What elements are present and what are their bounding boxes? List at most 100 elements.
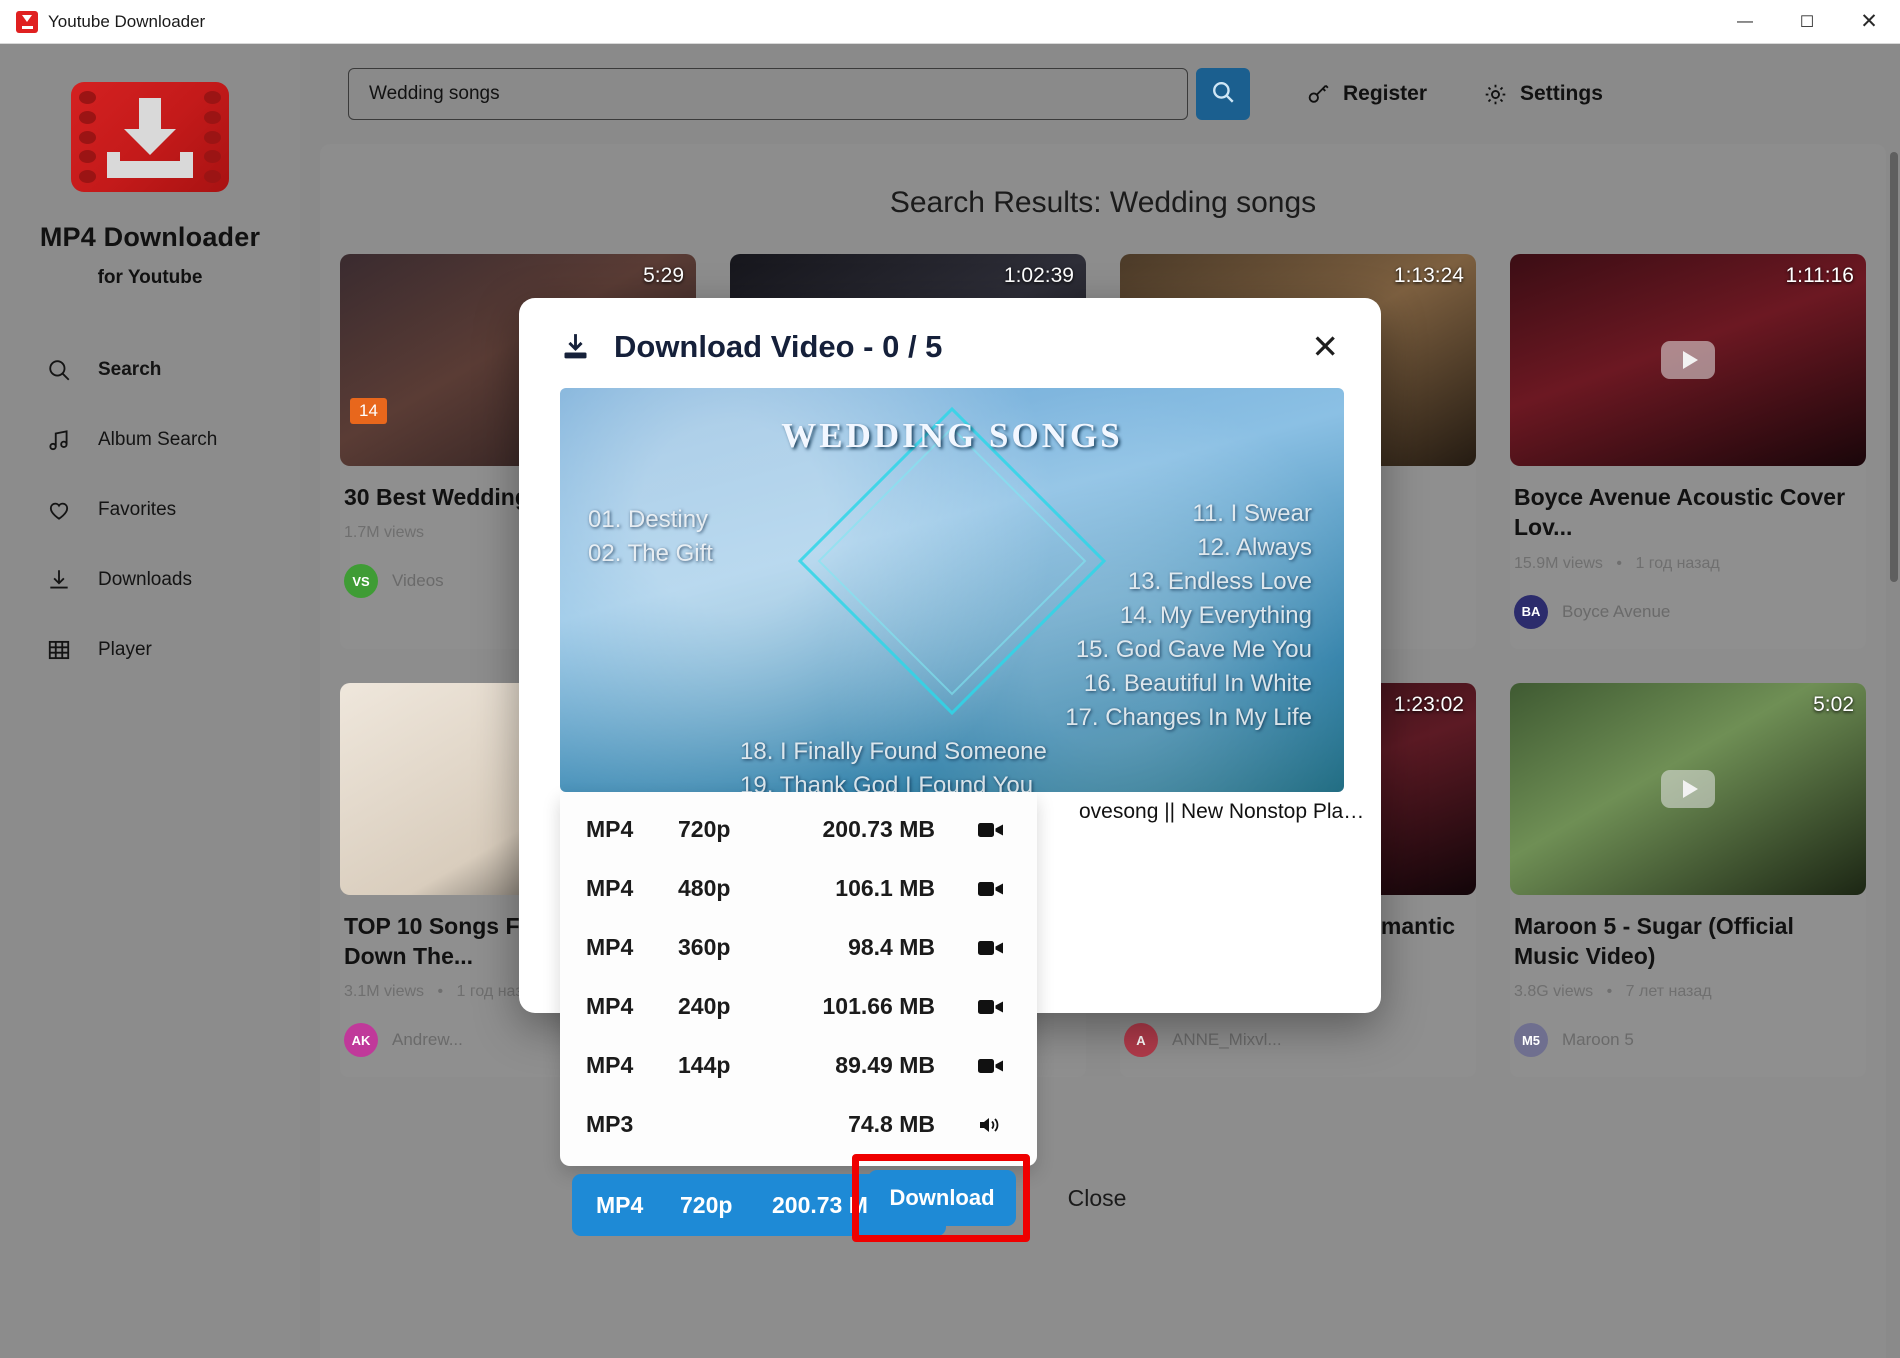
format-option-row[interactable]: MP4 360p 98.4 MB — [560, 918, 1037, 977]
duration-badge: 1:02:39 — [1003, 264, 1074, 287]
resolution-label: 240p — [678, 993, 731, 1019]
sidebar-item-album-search[interactable]: Album Search — [46, 405, 300, 475]
top-header: Wedding songs Register Settings — [300, 44, 1900, 144]
key-icon — [1306, 82, 1331, 107]
preview-track: 12. Always — [1197, 534, 1312, 561]
result-card[interactable]: 1:11:16 Boyce Avenue Acoustic Cover Lov.… — [1510, 254, 1866, 649]
cancel-button[interactable]: Close — [1037, 1170, 1157, 1226]
channel-name: ANNE_Mixvl... — [1172, 1030, 1282, 1050]
sidebar-nav: Search Album Search Favorites Downloads — [0, 335, 300, 685]
filesize-label: 200.73 MB — [822, 816, 935, 842]
video-title[interactable]: Boyce Avenue Acoustic Cover Lov... — [1510, 482, 1866, 543]
sidebar-item-label: Player — [98, 639, 152, 660]
channel-row[interactable]: A ANNE_Mixvl... — [1120, 1023, 1476, 1058]
channel-row[interactable]: BA Boyce Avenue — [1510, 594, 1866, 629]
channel-name: Boyce Avenue — [1562, 601, 1671, 621]
duration-badge: 5:02 — [1813, 692, 1854, 716]
sidebar-item-search[interactable]: Search — [46, 335, 300, 405]
register-button[interactable]: Register — [1306, 82, 1427, 107]
format-label: MP4 — [586, 875, 634, 901]
video-camera-icon — [971, 880, 1011, 898]
preview-track: 15. God Gave Me You — [1075, 636, 1312, 663]
preview-heading: WEDDING SONGS — [781, 416, 1123, 455]
search-input[interactable]: Wedding songs — [348, 68, 1188, 120]
duration-badge: 1:23:02 — [1393, 692, 1464, 716]
sidebar-item-downloads[interactable]: Downloads — [46, 545, 300, 615]
download-icon — [46, 567, 80, 593]
view-count: 1.7M views — [344, 524, 425, 542]
close-icon[interactable]: ✕ — [1303, 328, 1347, 365]
preview-track: 13. Endless Love — [1127, 568, 1312, 595]
sidebar-item-label: Favorites — [98, 499, 177, 520]
video-thumbnail-preview: WEDDING SONGS 01. Destiny 02. The Gift 1… — [560, 388, 1344, 792]
music-note-icon — [46, 427, 80, 453]
format-label: MP4 — [586, 816, 634, 842]
thumbnail[interactable]: 1:11:16 — [1510, 254, 1866, 466]
corner-number-badge: 14 — [350, 398, 387, 424]
filesize-label: 106.1 MB — [835, 875, 935, 901]
filesize-label: 98.4 MB — [848, 934, 935, 960]
page-title: Search Results: Wedding songs — [889, 186, 1317, 219]
close-window-button[interactable]: ✕ — [1838, 0, 1900, 43]
format-dropdown-list[interactable]: MP4 720p 200.73 MB MP4 480p 106.1 MB MP4… — [560, 792, 1037, 1166]
window-controls: — ☐ ✕ — [1714, 0, 1900, 43]
result-card[interactable]: 5:02 Maroon 5 - Sugar (Official Music Vi… — [1510, 682, 1866, 1078]
heart-icon — [46, 497, 80, 523]
window-title-bar: Youtube Downloader — ☐ ✕ — [0, 0, 1900, 44]
format-label: MP4 — [586, 934, 634, 960]
duration-badge: 1:13:24 — [1393, 264, 1464, 287]
vertical-scrollbar[interactable] — [1890, 152, 1898, 582]
format-option-row[interactable]: MP3 74.8 MB — [560, 1095, 1037, 1154]
decorative-diamond-inner — [817, 426, 1087, 696]
avatar: AK — [344, 1023, 378, 1058]
brand-name: MP4 Downloader — [39, 222, 261, 252]
app-brand-logo-icon — [71, 82, 229, 192]
resolution-label: 720p — [678, 816, 731, 842]
channel-name: Andrew... — [392, 1030, 463, 1050]
preview-track: 18. I Finally Found Someone — [740, 738, 1047, 765]
settings-button[interactable]: Settings — [1483, 82, 1603, 107]
duration-badge: 1:11:16 — [1785, 264, 1854, 287]
app-logo-icon — [16, 10, 38, 33]
format-label: MP4 — [586, 1052, 634, 1078]
preview-track: 16. Beautiful In White — [1083, 670, 1312, 697]
sidebar-item-player[interactable]: Player — [46, 615, 300, 685]
sidebar-item-label: Downloads — [98, 569, 192, 590]
avatar: M5 — [1514, 1023, 1548, 1058]
sidebar-item-favorites[interactable]: Favorites — [46, 475, 300, 545]
maximize-button[interactable]: ☐ — [1776, 0, 1838, 43]
view-count: 3.8G views — [1514, 983, 1594, 1001]
resolution-label: 144p — [678, 1052, 731, 1078]
channel-row[interactable]: M5 Maroon 5 — [1510, 1023, 1866, 1058]
format-option-row[interactable]: MP4 480p 106.1 MB — [560, 859, 1037, 918]
sidebar-item-label: Search — [98, 359, 162, 380]
video-camera-icon — [971, 998, 1011, 1016]
selected-format-label: MP4 — [596, 1191, 644, 1218]
preview-track: 02. The Gift — [588, 540, 713, 567]
thumbnail[interactable]: 5:02 — [1510, 682, 1866, 895]
format-option-row[interactable]: MP4 240p 101.66 MB — [560, 977, 1037, 1036]
speaker-icon — [971, 1115, 1011, 1135]
search-button[interactable] — [1196, 68, 1250, 120]
gear-icon — [1483, 82, 1508, 107]
video-camera-icon — [971, 821, 1011, 839]
format-option-row[interactable]: MP4 720p 200.73 MB — [560, 800, 1037, 859]
window-title: Youtube Downloader — [48, 11, 206, 31]
avatar: BA — [1514, 594, 1548, 629]
view-count: 3.1M views — [344, 983, 425, 1001]
resolution-label: 480p — [678, 875, 731, 901]
settings-label: Settings — [1520, 82, 1603, 105]
preview-track: 01. Destiny — [588, 506, 709, 533]
format-option-row[interactable]: MP4 144p 89.49 MB — [560, 1036, 1037, 1095]
register-label: Register — [1343, 82, 1428, 105]
channel-name: Videos — [392, 571, 444, 591]
preview-caption: ovesong || New Nonstop Playlist.. — [1079, 800, 1369, 823]
resolution-label: 360p — [678, 934, 731, 960]
video-meta: 15.9M views • 1 год назад — [1510, 555, 1866, 573]
filesize-label: 89.49 MB — [835, 1052, 935, 1078]
film-icon — [46, 637, 80, 663]
minimize-button[interactable]: — — [1714, 0, 1776, 43]
meta-separator: • — [1616, 554, 1622, 572]
preview-track: 11. I Swear — [1192, 500, 1312, 527]
video-title[interactable]: Maroon 5 - Sugar (Official Music Video) — [1510, 911, 1866, 972]
